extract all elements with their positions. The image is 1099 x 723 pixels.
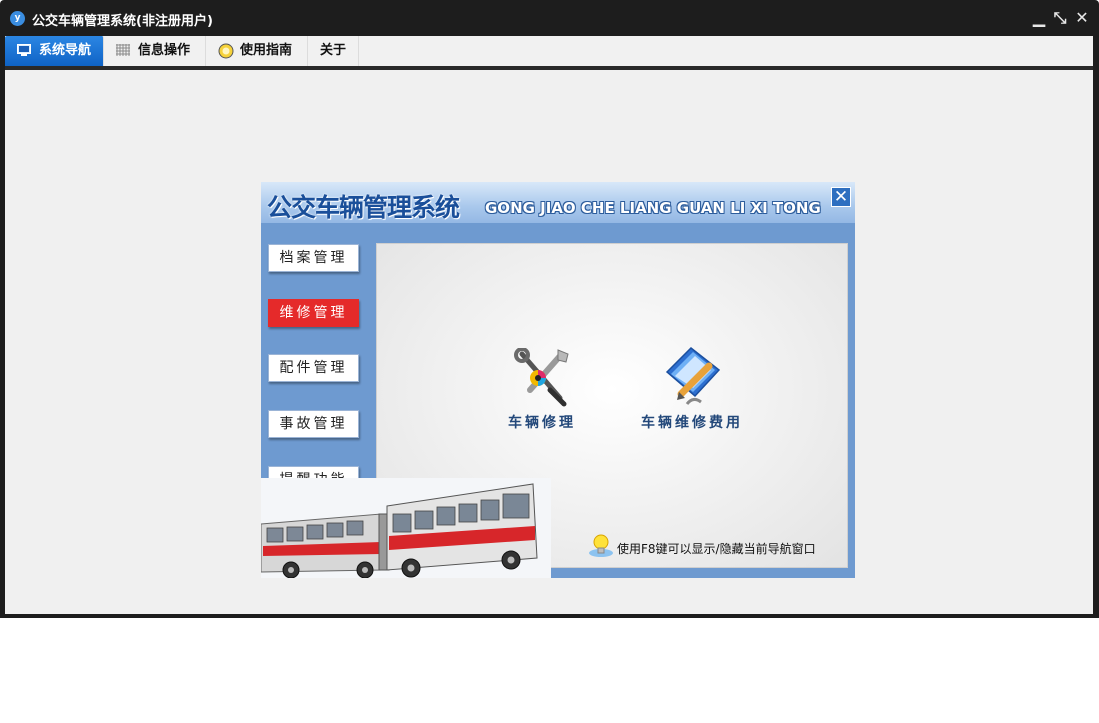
minimize-button[interactable]: ▁	[1031, 9, 1047, 27]
feature-maintenance-costs[interactable]: 车辆维修费用	[632, 344, 752, 432]
sidebar-item-maintenance[interactable]: 维修管理	[268, 299, 359, 327]
feature-vehicle-repair[interactable]: 车辆修理	[497, 347, 587, 432]
wrench-screwdriver-icon	[514, 347, 569, 407]
app-logo-icon: y	[10, 11, 25, 26]
tab-label: 信息操作	[138, 43, 191, 58]
tab-about[interactable]: 关于	[308, 36, 359, 66]
panel-header: 公交车辆管理系统 GONG JIAO CHE LIANG GUAN LI XI …	[261, 182, 855, 223]
feature-label: 车辆修理	[508, 415, 576, 431]
sidebar-item-archive[interactable]: 档案管理	[268, 244, 359, 272]
menu-bar: 系统导航 信息操作 使用指南 关于	[5, 36, 1093, 66]
navigation-panel: 公交车辆管理系统 GONG JIAO CHE LIANG GUAN LI XI …	[261, 182, 855, 578]
tab-user-guide[interactable]: 使用指南	[206, 36, 308, 66]
app-window: y 公交车辆管理系统(非注册用户) ▁ ⤡ ✕ 系统导航 信息操作 使用指南 关…	[0, 0, 1099, 618]
panel-subtitle: GONG JIAO CHE LIANG GUAN LI XI TONG	[485, 199, 821, 217]
tab-info-operations[interactable]: 信息操作	[104, 36, 206, 66]
sidebar-item-accidents[interactable]: 事故管理	[268, 410, 359, 438]
restore-button[interactable]: ⤡	[1052, 9, 1068, 27]
hint-bar: 使用F8键可以显示/隐藏当前导航窗口	[585, 534, 845, 558]
monitor-icon	[17, 44, 31, 56]
panel-close-button[interactable]: ✕	[831, 187, 851, 207]
lightbulb-icon	[589, 534, 613, 557]
tab-label: 关于	[320, 43, 347, 58]
grid-icon	[116, 44, 130, 56]
window-title: 公交车辆管理系统(非注册用户)	[32, 14, 213, 29]
tab-label: 使用指南	[240, 43, 293, 58]
panel-title: 公交车辆管理系统	[267, 193, 460, 222]
close-button[interactable]: ✕	[1074, 9, 1090, 27]
hint-text: 使用F8键可以显示/隐藏当前导航窗口	[617, 542, 816, 556]
document-pencil-icon	[665, 346, 721, 405]
tab-system-navigation[interactable]: 系统导航	[5, 36, 104, 66]
help-icon	[218, 43, 234, 59]
bus-illustration	[261, 478, 551, 578]
tab-label: 系统导航	[39, 43, 92, 58]
feature-label: 车辆维修费用	[641, 415, 743, 431]
sidebar-item-parts[interactable]: 配件管理	[268, 354, 359, 382]
title-bar[interactable]: y 公交车辆管理系统(非注册用户) ▁ ⤡ ✕	[0, 0, 1099, 36]
